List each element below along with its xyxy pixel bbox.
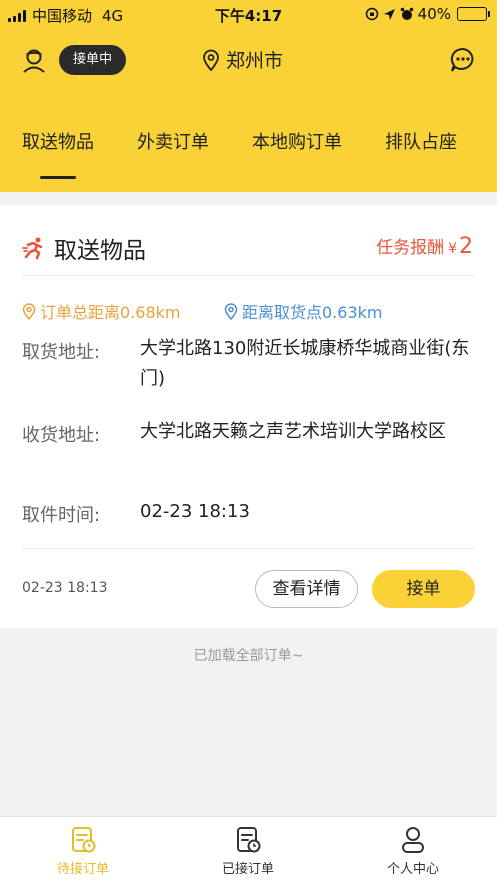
view-details-button[interactable]: 查看详情 [255,570,358,608]
location-arrow-icon [383,8,395,20]
location-pin-icon [203,49,219,71]
delivery-address: 大学北路天籁之声艺术培训大学路校区 [140,421,446,442]
divider [22,548,475,549]
battery-icon [457,7,490,21]
pending-orders-icon [72,827,96,853]
all-loaded-text: 已加载全部订单~ [193,648,304,664]
status-bar: 中国移动 4G 下午4:17 40% [0,0,497,28]
nav-label: 个人中心 [386,862,439,877]
pickup-distance-text: 距离取货点0.63km [242,303,383,322]
nav-personal-center[interactable]: 个人中心 [353,825,473,877]
task-reward: 任务报酬 ¥ 2 [376,233,473,259]
order-category-tabs: 取送物品 外卖订单 本地购订单 排队占座 [0,128,497,180]
tab-queue-seat[interactable]: 排队占座 [385,128,457,154]
location-pin-icon [22,302,36,320]
pickup-time: 02-23 18:13 [140,501,250,522]
person-icon [402,827,424,853]
tab-pickup-delivery[interactable]: 取送物品 [22,128,94,154]
delivery-address-label: 收货地址: [22,425,101,446]
nav-pending-orders[interactable]: 待接订单 [23,825,143,877]
courier-profile-icon[interactable] [20,46,48,74]
reward-currency: ¥ [448,241,457,257]
tab-local-purchase[interactable]: 本地购订单 [252,128,342,154]
pickup-distance: 距离取货点0.63km [224,299,382,323]
reward-label: 任务报酬 [376,238,445,258]
top-header: 中国移动 4G 下午4:17 40% 接单中 郑州市 取送物品 外卖订单 本地购… [0,0,497,192]
tab-takeout[interactable]: 外卖订单 [137,128,209,154]
pickup-address: 大学北路130附近长城康桥华城商业街(东门) [140,338,470,389]
nav-label: 待接订单 [56,862,109,877]
nav-accepted-orders[interactable]: 已接订单 [188,825,308,877]
running-courier-icon [22,237,43,260]
orientation-lock-icon [365,7,378,21]
reward-value: 2 [459,234,473,259]
work-status-toggle[interactable]: 接单中 [59,45,127,75]
city-name: 郑州市 [226,50,284,72]
total-distance-text: 订单总距离0.68km [40,303,181,322]
location-pin-icon [224,302,238,320]
city-selector[interactable]: 郑州市 [202,46,283,73]
total-distance: 订单总距离0.68km [22,299,180,323]
order-card: 取送物品 任务报酬 ¥ 2 订单总距离0.68km 距离取货点0.63km 取货… [0,205,497,628]
pickup-address-label: 取货地址: [22,342,101,363]
alarm-icon [400,7,413,20]
nav-label: 已接订单 [221,862,274,877]
battery-percent: 40% [417,5,451,23]
accept-order-button[interactable]: 接单 [372,570,475,608]
order-type-title: 取送物品 [54,238,146,264]
accepted-orders-icon [237,827,261,853]
bottom-nav: 待接订单 已接订单 个人中心 [0,816,497,883]
pickup-time-label: 取件时间: [22,505,101,526]
active-tab-indicator [40,176,76,179]
message-icon[interactable] [449,46,477,74]
order-timestamp: 02-23 18:13 [22,580,108,596]
divider [22,275,475,276]
